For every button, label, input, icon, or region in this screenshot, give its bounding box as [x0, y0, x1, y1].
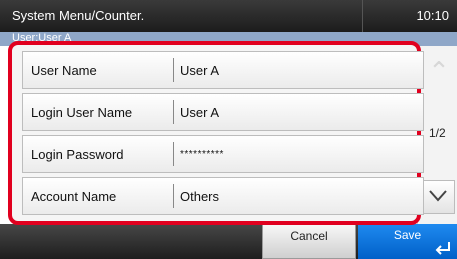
field-divider [173, 142, 174, 166]
row-login-password[interactable]: Login Password ********** [22, 135, 424, 173]
field-divider [173, 184, 174, 208]
cancel-button[interactable]: Cancel [262, 224, 356, 259]
user-info-panel: User Name User A Login User Name User A … [8, 41, 424, 225]
row-account-name[interactable]: Account Name Others [22, 177, 424, 215]
save-button[interactable]: Save [358, 224, 457, 259]
save-label: Save [393, 228, 422, 242]
field-value: ********** [180, 149, 224, 160]
chevron-down-icon [429, 190, 447, 202]
field-divider [173, 58, 174, 82]
field-value: Others [180, 189, 220, 204]
field-label: Login User Name [31, 105, 133, 120]
cancel-label: Cancel [290, 229, 328, 243]
page-indicator: 1/2 [429, 126, 446, 140]
field-label: Login Password [31, 147, 124, 162]
row-user-name[interactable]: User Name User A [22, 51, 424, 89]
field-label: User Name [31, 63, 97, 78]
screen-title: System Menu/Counter. [12, 8, 145, 23]
scroll-down-button[interactable] [421, 180, 455, 214]
title-divider [362, 0, 363, 32]
clock: 10:10 [416, 8, 449, 23]
field-value: User A [180, 105, 220, 120]
field-value: User A [180, 63, 220, 78]
row-login-user-name[interactable]: Login User Name User A [22, 93, 424, 131]
field-divider [173, 100, 174, 124]
chevron-up-icon[interactable]: ⌃ [424, 56, 454, 86]
enter-icon [435, 242, 450, 255]
field-label: Account Name [31, 189, 117, 204]
